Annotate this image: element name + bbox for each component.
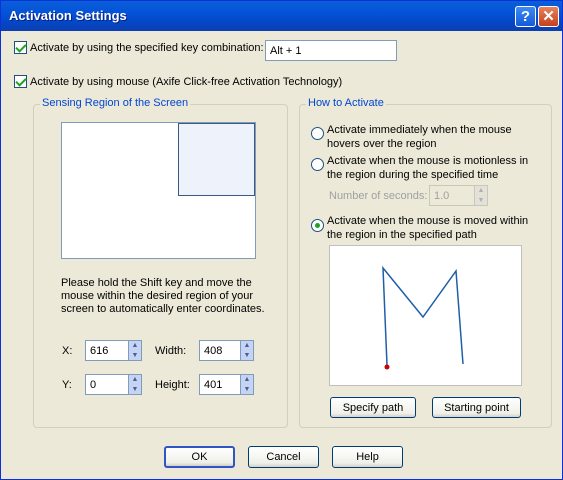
- cancel-button[interactable]: Cancel: [248, 446, 319, 468]
- mouse-path-drawing: [382, 265, 464, 370]
- x-spin-up-icon[interactable]: ▲: [129, 341, 141, 351]
- width-input[interactable]: [199, 340, 241, 361]
- how-to-activate-title: How to Activate: [306, 97, 386, 109]
- height-spinner[interactable]: ▲ ▼: [240, 374, 254, 395]
- help-title-button[interactable]: ?: [515, 6, 536, 27]
- width-spin-up-icon[interactable]: ▲: [241, 341, 253, 351]
- ok-button[interactable]: OK: [164, 446, 235, 468]
- y-spin-down-icon[interactable]: ▼: [129, 385, 141, 395]
- radio-path[interactable]: [311, 219, 324, 232]
- path-line: [382, 265, 464, 366]
- radio-hover[interactable]: [311, 127, 324, 140]
- specify-path-button[interactable]: Specify path: [330, 397, 416, 418]
- radio-path-label: Activate when the mouse is moved within …: [327, 215, 529, 241]
- x-spin-down-icon[interactable]: ▼: [129, 351, 141, 361]
- width-spinner[interactable]: ▲ ▼: [240, 340, 254, 361]
- seconds-label: Number of seconds:: [329, 190, 428, 202]
- mouse-activation-label: Activate by using mouse (Axife Click-fre…: [30, 76, 343, 88]
- height-input[interactable]: [199, 374, 241, 395]
- activation-settings-dialog: Activation Settings ? ✕ Activate by usin…: [0, 0, 563, 480]
- height-spin-up-icon[interactable]: ▲: [241, 375, 253, 385]
- height-spin-down-icon[interactable]: ▼: [241, 385, 253, 395]
- seconds-spin-down-icon[interactable]: ▼: [475, 196, 487, 206]
- seconds-spinner[interactable]: ▲ ▼: [474, 185, 488, 206]
- sensing-region-title: Sensing Region of the Screen: [40, 97, 191, 109]
- y-input[interactable]: [85, 374, 129, 395]
- key-combo-input[interactable]: [265, 40, 397, 61]
- x-label: X:: [62, 345, 73, 357]
- x-spinner[interactable]: ▲ ▼: [128, 340, 142, 361]
- seconds-input[interactable]: [429, 185, 475, 206]
- width-spin-down-icon[interactable]: ▼: [241, 351, 253, 361]
- y-label: Y:: [62, 379, 72, 391]
- y-spinner[interactable]: ▲ ▼: [128, 374, 142, 395]
- help-button[interactable]: Help: [332, 446, 403, 468]
- screen-region-preview: [61, 122, 256, 259]
- path-start-point: [384, 364, 390, 370]
- x-input[interactable]: [85, 340, 129, 361]
- radio-motionless-label: Activate when the mouse is motionless in…: [327, 155, 529, 181]
- key-combo-checkbox[interactable]: [14, 41, 27, 54]
- radio-motionless[interactable]: [311, 158, 324, 171]
- selected-region: [178, 123, 255, 196]
- width-label: Width:: [155, 345, 187, 357]
- seconds-spin-up-icon[interactable]: ▲: [475, 186, 487, 196]
- sensing-instructions: Please hold the Shift key and move the m…: [61, 277, 265, 315]
- height-label: Height:: [155, 379, 190, 391]
- starting-point-button[interactable]: Starting point: [432, 397, 521, 418]
- mouse-activation-checkbox[interactable]: [14, 75, 27, 88]
- close-button[interactable]: ✕: [538, 6, 559, 27]
- y-spin-up-icon[interactable]: ▲: [129, 375, 141, 385]
- key-combo-label: Activate by using the specified key comb…: [30, 42, 264, 54]
- title-bar[interactable]: Activation Settings ? ✕: [1, 1, 562, 31]
- radio-hover-label: Activate immediately when the mouse hove…: [327, 124, 512, 150]
- window-title: Activation Settings: [9, 8, 127, 23]
- mouse-path-canvas[interactable]: [329, 245, 522, 386]
